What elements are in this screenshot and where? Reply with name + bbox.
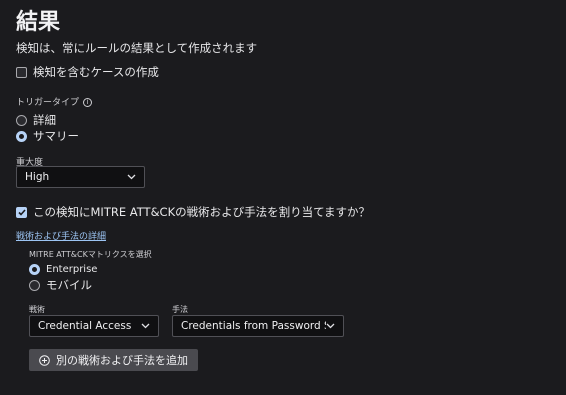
add-tactic-label: 別の戦術および手法を追加 [56,354,188,367]
create-case-label: 検知を含むケースの作成 [33,65,159,79]
tactics-details-link[interactable]: 戦術および手法の詳細 [16,229,106,242]
matrix-option-enterprise[interactable]: Enterprise [29,264,97,275]
tactic-value: Credential Access [38,320,132,332]
trigger-type-label-row: トリガータイプ i [16,95,93,108]
info-icon[interactable]: i [83,98,93,107]
add-tactic-button[interactable]: 別の戦術および手法を追加 [29,349,198,371]
result-description: 検知は、常にルールの結果として作成されます [16,41,258,55]
chevron-down-icon [127,174,136,180]
chevron-down-icon [326,323,335,329]
mitre-checkbox[interactable] [16,206,27,218]
trigger-option-summary[interactable]: サマリー [16,128,79,144]
plus-circle-icon [39,354,50,366]
tactic-label: 戦術 [29,305,45,314]
trigger-type-label: トリガータイプ [16,98,80,108]
create-case-checkbox[interactable] [16,66,27,78]
severity-select[interactable]: High [16,166,145,188]
matrix-label: MITRE ATT&CKマトリクスを選択 [29,250,152,259]
trigger-summary-radio[interactable] [16,130,27,142]
technique-select[interactable]: Credentials from Password Stores [172,315,344,337]
enterprise-label: Enterprise [46,264,98,275]
checkmark-icon [17,208,26,216]
technique-label: 手法 [172,305,188,314]
technique-value: Credentials from Password Stores [181,320,326,332]
trigger-summary-label: サマリー [33,129,79,143]
severity-value: High [25,171,50,183]
mitre-question: この検知にMITRE ATT&CKの戦術および手法を割り当てますか？ [33,205,371,219]
trigger-option-detail[interactable]: 詳細 [16,112,56,128]
chevron-down-icon [141,323,150,329]
page-title: 結果 [16,10,61,35]
create-case-option[interactable]: 検知を含むケースの作成 [16,64,159,80]
trigger-detail-radio[interactable] [16,114,27,126]
mitre-option[interactable]: この検知にMITRE ATT&CKの戦術および手法を割り当てますか？ [16,204,370,220]
trigger-detail-label: 詳細 [33,113,56,127]
tactic-select[interactable]: Credential Access [29,315,159,337]
mobile-radio[interactable] [29,279,40,291]
mobile-label: モバイル [46,278,92,292]
enterprise-radio[interactable] [29,264,40,275]
matrix-option-mobile[interactable]: モバイル [29,277,92,293]
